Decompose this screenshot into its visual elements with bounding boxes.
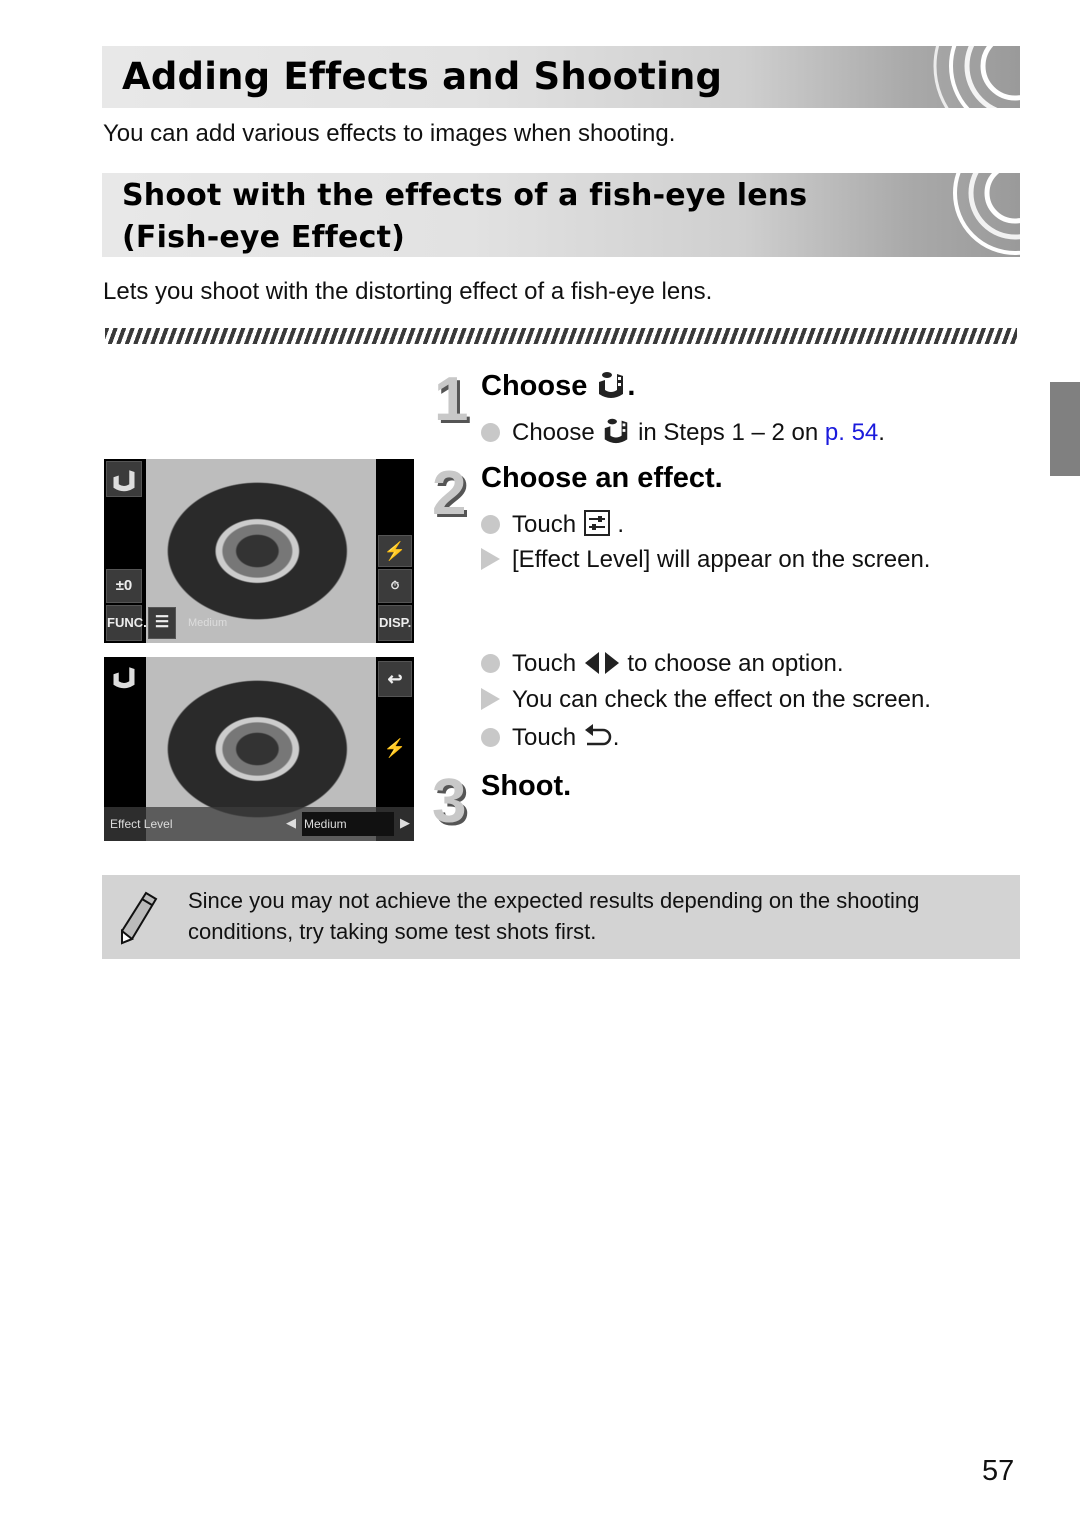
list-item: Choose in Steps 1 – 2 on p. 54. (481, 415, 885, 447)
page-link[interactable]: p. 54 (825, 419, 878, 446)
right-button-panel: ⚡ ⏱ DISP. (376, 459, 414, 643)
section-title-banner: Shoot with the effects of a fish-eye len… (102, 173, 1020, 257)
step-number: 2 (432, 459, 467, 528)
option-left-arrow-button[interactable]: ◀ (286, 815, 296, 831)
fish-eye-mode-icon (599, 372, 624, 398)
fish-eye-mode-icon (113, 470, 135, 492)
return-icon (584, 724, 611, 746)
fish-eye-mode-icon (605, 418, 628, 444)
list-item-result: You can check the effect on the screen. (481, 686, 931, 714)
section-title-line2: (Fish-eye Effect) (122, 220, 406, 255)
fish-eye-preview-image (146, 459, 378, 643)
concentric-rings-decoration-icon (933, 46, 1020, 108)
step-heading-suffix: . (627, 370, 636, 402)
step-number: 3 (432, 767, 467, 836)
section-description: Lets you shoot with the distorting effec… (103, 278, 713, 305)
concentric-rings-decoration-icon (953, 173, 1020, 255)
section-title: Shoot with the effects of a fish-eye len… (122, 175, 922, 257)
list-item-result: [Effect Level] will appear on the screen… (481, 546, 930, 574)
left-button-panel: ±0 FUNC. (104, 459, 147, 643)
camera-screen-effect-level: ↩ ⚡ Effect Level ◀ Medium ▶ (104, 657, 414, 841)
step-heading: Shoot. (481, 770, 572, 802)
item-text: . (617, 511, 625, 538)
effect-level-label: Medium (188, 617, 228, 629)
func-button[interactable]: FUNC. (106, 605, 147, 641)
result-arrow-icon (481, 688, 500, 710)
item-text: . (612, 724, 620, 751)
item-text: [Effect Level] will appear on the screen… (512, 546, 931, 573)
note-text: Since you may not achieve the expected r… (188, 888, 920, 944)
bullet-icon (481, 654, 500, 673)
note-box: Since you may not achieve the expected r… (102, 875, 1020, 959)
step-heading: Choose an effect. (481, 462, 723, 494)
item-text: Choose (512, 419, 595, 446)
effect-adjust-button[interactable]: ☰ (148, 607, 176, 639)
effect-adjust-icon (583, 510, 610, 536)
return-button[interactable]: ↩ (378, 661, 412, 697)
fish-eye-mode-icon (113, 667, 135, 689)
page-intro: You can add various effects to images wh… (103, 120, 676, 147)
result-arrow-icon (481, 548, 500, 570)
bullet-icon (481, 515, 500, 534)
item-text: Touch (512, 650, 577, 677)
section-divider (105, 328, 1017, 344)
effect-level-label: Effect Level (110, 817, 173, 831)
step-heading-text: Choose (481, 370, 588, 402)
step-heading: Choose . (481, 368, 635, 403)
item-text: You can check the effect on the screen. (512, 686, 931, 713)
effect-level-value-box: Medium (302, 812, 394, 836)
page-title: Adding Effects and Shooting (122, 55, 723, 98)
left-right-arrows-icon (584, 652, 619, 674)
page-number: 57 (982, 1455, 1015, 1487)
page-title-banner: Adding Effects and Shooting (102, 46, 1020, 108)
section-title-line1: Shoot with the effects of a fish-eye len… (122, 178, 808, 213)
mode-indicator (106, 659, 142, 695)
effect-level-value: Medium (304, 817, 347, 831)
item-text: to choose an option. (627, 650, 844, 677)
item-text: in Steps 1 – 2 on (638, 419, 819, 446)
list-item: Touch . (481, 722, 619, 752)
option-right-arrow-button[interactable]: ▶ (400, 815, 410, 831)
disp-button[interactable]: DISP. (378, 605, 412, 641)
self-timer-off-button[interactable]: ⏱ (378, 569, 412, 603)
step-number: 1 (434, 365, 469, 434)
flash-off-indicator: ⚡ (378, 733, 412, 765)
mode-button[interactable] (106, 461, 142, 497)
item-text: Touch (512, 724, 577, 751)
list-item: Touch to choose an option. (481, 650, 844, 678)
list-item: Touch . (481, 509, 624, 539)
item-text: . (878, 419, 885, 446)
bullet-icon (481, 423, 500, 442)
pencil-icon (121, 891, 158, 945)
chapter-index-tab (1050, 382, 1080, 476)
exposure-button[interactable]: ±0 (106, 569, 142, 603)
item-text: Touch (512, 511, 577, 538)
camera-screen-shooting: ±0 FUNC. ⚡ ⏱ DISP. ☰ Medium (104, 459, 414, 643)
flash-off-button[interactable]: ⚡ (378, 535, 412, 567)
bullet-icon (481, 728, 500, 747)
